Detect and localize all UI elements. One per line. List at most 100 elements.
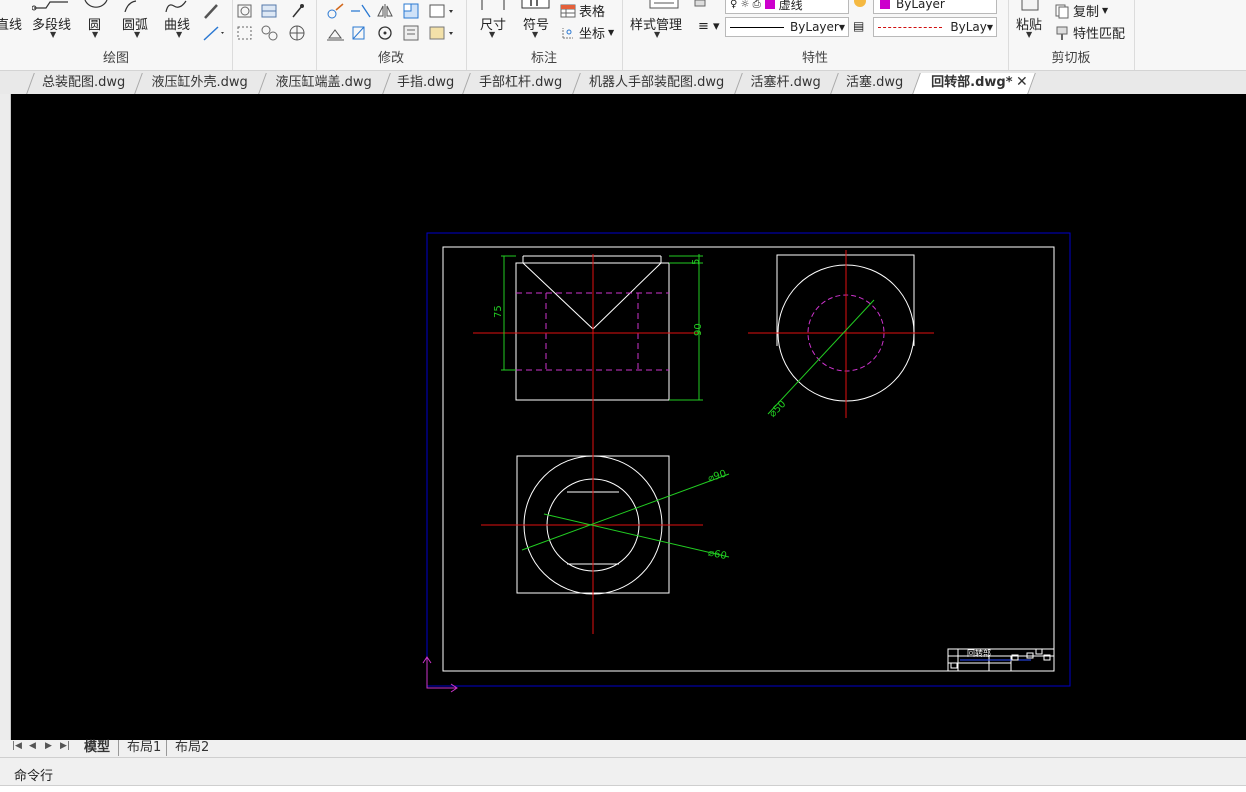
match-properties-icon [1056, 26, 1068, 40]
inner-border [442, 246, 1055, 672]
mirror-icon[interactable] [376, 2, 394, 20]
title-block-name: 回转部 [967, 648, 991, 658]
point-icon[interactable] [290, 2, 306, 20]
lineweight-icon[interactable]: ≡ ▾ [698, 19, 720, 34]
symbol-icon [521, 0, 550, 9]
draw-group: 直线 多段线 ▼ 圆 ▼ 圆弧 ▼ 曲线 ▼ 绘图 [0, 0, 233, 70]
match-properties-button[interactable]: 特性匹配 [1054, 23, 1125, 42]
coordinate-label: 坐标 [579, 27, 606, 42]
ribbon: 直线 多段线 ▼ 圆 ▼ 圆弧 ▼ 曲线 ▼ 绘图 修改 尺寸 ▼ 符号 ▼ 表… [0, 0, 1246, 71]
rectangle-array-icon[interactable] [402, 2, 420, 20]
file-tab-label: 液压缸外壳.dwg [151, 75, 248, 90]
file-tab[interactable]: 总装配图.dwg [26, 73, 140, 94]
polyline-icon [32, 1, 68, 11]
tab-layout1[interactable]: 布局1 [118, 740, 161, 756]
block-icon[interactable] [260, 2, 280, 20]
layer-name-text: 虚线 [778, 0, 803, 12]
tab-layout2[interactable]: 布局2 [166, 740, 209, 756]
dim-dia90: ⌀90 [707, 468, 728, 484]
prev-layout-icon[interactable]: ◀ [29, 741, 36, 751]
file-tab[interactable]: 机器人手部装配图.dwg [572, 73, 740, 94]
match-properties-label: 特性匹配 [1073, 27, 1126, 42]
table-button[interactable]: 表格 [560, 1, 605, 20]
first-layout-icon[interactable]: |◀ [12, 741, 22, 751]
layout-tab-bar: |◀ ◀ ▶ ▶| 模型 布局1 布局2 [0, 740, 1246, 758]
file-tab-label: 手部杠杆.dwg [479, 75, 563, 90]
linetype-dropdown[interactable]: ByLay ▼ [873, 17, 997, 37]
close-icon[interactable]: ✕ [1016, 74, 1028, 90]
file-tab-bar: 总装配图.dwg 液压缸外壳.dwg 液压缸端盖.dwg 手指.dwg 手部杠杆… [0, 71, 1246, 95]
layer-props-icon[interactable] [694, 0, 708, 10]
dim-dia60: ⌀60 [707, 548, 728, 563]
drawing-svg[interactable]: 5 75 90 ⌀50 ⌀90 ⌀60 回转部 [11, 94, 1246, 740]
paste-icon [1021, 0, 1039, 11]
draw-group-title: 绘图 [102, 51, 129, 66]
region-icon[interactable] [236, 2, 254, 20]
dim-dia50: ⌀50 [767, 399, 788, 420]
color-swatch [880, 0, 890, 9]
file-tab-label: 回转部.dwg* [931, 75, 1013, 90]
file-tab-label: 手指.dwg [397, 75, 455, 90]
title-block: 回转部 [947, 648, 1055, 672]
rect-dropdown-icon[interactable] [428, 2, 456, 20]
last-layout-icon[interactable]: ▶| [60, 741, 70, 751]
offset-icon[interactable] [402, 24, 420, 42]
pencil-icon[interactable] [202, 2, 220, 20]
move-icon[interactable] [326, 2, 346, 20]
dim-90: 90 [693, 323, 704, 336]
command-line-label: 命令行 [14, 769, 54, 784]
modify-group: 修改 [316, 0, 467, 70]
file-tab-label: 液压缸端盖.dwg [275, 75, 372, 90]
file-tab[interactable]: 手部杠杆.dwg [462, 73, 578, 94]
coordinate-icon [562, 27, 573, 38]
construction-line-icon[interactable] [202, 24, 226, 42]
linetype-text: ByLay [950, 20, 987, 34]
file-tab[interactable]: 液压缸外壳.dwg [134, 73, 264, 94]
arc-icon [124, 0, 137, 12]
file-tab[interactable]: 活塞.dwg [830, 73, 918, 94]
edit-dropdown-icon[interactable] [428, 24, 456, 42]
rotate-icon[interactable] [376, 24, 394, 42]
globe-icon[interactable] [288, 24, 306, 42]
line-label: 直线 [0, 18, 23, 33]
linetype-icon[interactable]: ▤ [853, 19, 864, 33]
color-dropdown[interactable]: ByLayer [873, 0, 997, 14]
file-tab[interactable]: 液压缸端盖.dwg [258, 73, 388, 94]
drawing-canvas[interactable]: 5 75 90 ⌀50 ⌀90 ⌀60 回转部 [11, 94, 1246, 740]
color-wheel-icon[interactable] [853, 0, 867, 8]
ucs-icon [422, 656, 458, 693]
dim-5: 5 [691, 259, 702, 265]
copy-label: 复制 [1073, 5, 1100, 20]
outer-border [426, 232, 1071, 687]
tab-model[interactable]: 模型 [84, 740, 110, 756]
copy-object-icon[interactable] [326, 24, 346, 42]
table-icon [560, 4, 576, 17]
file-tab[interactable]: 活塞杆.dwg [734, 73, 836, 94]
coordinate-button[interactable]: 坐标 ▼ [560, 23, 614, 42]
clipboard-group-title: 剪切板 [1051, 51, 1091, 66]
edit-tools-group [232, 0, 317, 70]
layer-dropdown[interactable]: ♀ ☼ ⎙ 虚线 [725, 0, 849, 14]
style-manager-icon [649, 0, 679, 9]
dim-75: 75 [493, 305, 504, 318]
trim-icon[interactable] [350, 2, 372, 20]
curve-icon [165, 0, 187, 12]
annotate-group-title: 标注 [530, 51, 557, 66]
table-label: 表格 [579, 5, 606, 20]
dimension-icon [481, 0, 505, 10]
hatch-icon[interactable] [236, 24, 254, 42]
file-tab-label: 机器人手部装配图.dwg [589, 75, 725, 90]
file-tab[interactable]: 手指.dwg [382, 73, 468, 94]
file-tab-label: 总装配图.dwg [42, 75, 126, 90]
file-tab-label: 活塞杆.dwg [750, 75, 821, 90]
properties-group: 样式管理 ▼ ♀ ☼ ⎙ 虚线 ByLayer ≡ ▾ ByLayer ▼ ▤ … [622, 0, 1009, 70]
left-palette-strip[interactable] [0, 94, 11, 740]
next-layout-icon[interactable]: ▶ [45, 741, 52, 751]
lineweight-dropdown[interactable]: ByLayer ▼ [725, 17, 849, 37]
copy-button[interactable]: 复制 ▼ [1054, 1, 1108, 20]
scale-icon[interactable] [350, 24, 368, 42]
layer-color-swatch [764, 0, 775, 9]
boundary-icon[interactable] [260, 24, 280, 42]
modify-group-title: 修改 [377, 51, 404, 66]
lineweight-text: ByLayer [790, 20, 839, 34]
